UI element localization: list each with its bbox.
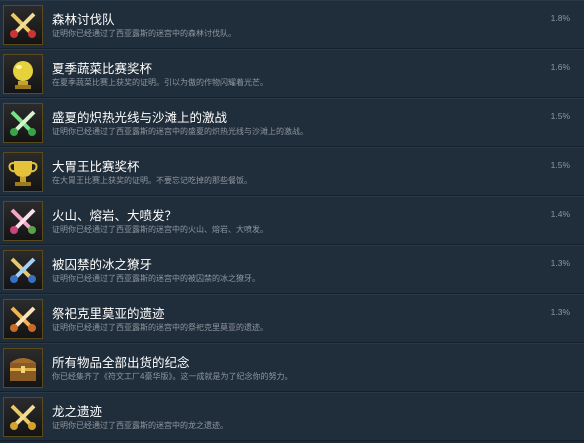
achievement-description: 在夏季蔬菜比赛上获奖的证明。引以为傲的作物闪耀着光芒。 bbox=[52, 78, 268, 87]
orange-swords-icon bbox=[3, 299, 43, 339]
achievement-title: 龙之遗迹 bbox=[52, 405, 103, 419]
achievement-percent: 1.5% bbox=[550, 160, 570, 170]
achievement-description: 你已经集齐了《符文工厂4豪华版》。这一成就是为了纪念你的努力。 bbox=[52, 372, 293, 381]
achievement-percent: 1.6% bbox=[550, 62, 570, 72]
green-swords-icon bbox=[3, 103, 43, 143]
achievement-row[interactable]: 夏季蔬菜比赛奖杯 在夏季蔬菜比赛上获奖的证明。引以为傲的作物闪耀着光芒。 1.6… bbox=[0, 49, 584, 98]
achievement-row[interactable]: 森林讨伐队 证明你已经通过了西亚露斯的迷宫中的森林讨伐队。 1.8% bbox=[0, 0, 584, 49]
achievement-row[interactable]: 大胃王比赛奖杯 在大胃王比赛上获奖的证明。不要忘记吃掉的那些餐饭。 1.5% bbox=[0, 147, 584, 196]
achievement-row[interactable]: 龙之遗迹 证明你已经通过了西亚露斯的迷宫中的龙之遗迹。 bbox=[0, 392, 584, 441]
achievement-title: 森林讨伐队 bbox=[52, 13, 115, 27]
achievement-percent: 1.3% bbox=[550, 307, 570, 317]
achievement-description: 证明你已经通过了西亚露斯的迷宫中的火山、熔岩、大喷发。 bbox=[52, 225, 268, 234]
achievement-description: 证明你已经通过了西亚露斯的迷宫中的森林讨伐队。 bbox=[52, 29, 236, 38]
achievement-description: 证明你已经通过了西亚露斯的迷宫中的盛夏的炽热光线与沙滩上的激战。 bbox=[52, 127, 308, 136]
achievement-percent: 1.8% bbox=[550, 13, 570, 23]
achievement-title: 火山、熔岩、大喷发？ bbox=[52, 209, 178, 223]
achievement-row[interactable]: 火山、熔岩、大喷发？ 证明你已经通过了西亚露斯的迷宫中的火山、熔岩、大喷发。 1… bbox=[0, 196, 584, 245]
achievement-list: 森林讨伐队 证明你已经通过了西亚露斯的迷宫中的森林讨伐队。 1.8% 夏季蔬菜比… bbox=[0, 0, 584, 443]
achievement-row[interactable]: 被囚禁的冰之獠牙 证明你已经通过了西亚露斯的迷宫中的被囚禁的冰之獠牙。 1.3% bbox=[0, 245, 584, 294]
golden-swords-icon bbox=[3, 397, 43, 437]
achievement-title: 夏季蔬菜比赛奖杯 bbox=[52, 62, 153, 76]
achievement-description: 证明你已经通过了西亚露斯的迷宫中的祭祀克里莫亚的遗迹。 bbox=[52, 323, 268, 332]
golden-cup-trophy-icon bbox=[3, 152, 43, 192]
pink-swords-icon bbox=[3, 201, 43, 241]
achievement-title: 盛夏的炽热光线与沙滩上的激战 bbox=[52, 111, 228, 125]
achievement-title: 大胃王比赛奖杯 bbox=[52, 160, 140, 174]
achievement-title: 被囚禁的冰之獠牙 bbox=[52, 258, 153, 272]
golden-apple-trophy-icon bbox=[3, 54, 43, 94]
achievement-row[interactable]: 祭祀克里莫亚的遗迹 证明你已经通过了西亚露斯的迷宫中的祭祀克里莫亚的遗迹。 1.… bbox=[0, 294, 584, 343]
achievement-row[interactable]: 盛夏的炽热光线与沙滩上的激战 证明你已经通过了西亚露斯的迷宫中的盛夏的炽热光线与… bbox=[0, 98, 584, 147]
achievement-percent: 1.4% bbox=[550, 209, 570, 219]
achievement-percent: 1.5% bbox=[550, 111, 570, 121]
achievement-row[interactable]: 所有物品全部出货的纪念 你已经集齐了《符文工厂4豪华版》。这一成就是为了纪念你的… bbox=[0, 343, 584, 392]
achievement-description: 在大胃王比赛上获奖的证明。不要忘记吃掉的那些餐饭。 bbox=[52, 176, 252, 185]
blue-swords-icon bbox=[3, 250, 43, 290]
achievement-description: 证明你已经通过了西亚露斯的迷宫中的龙之遗迹。 bbox=[52, 421, 228, 430]
achievement-title: 所有物品全部出货的纪念 bbox=[52, 356, 190, 370]
achievement-description: 证明你已经通过了西亚露斯的迷宫中的被囚禁的冰之獠牙。 bbox=[52, 274, 260, 283]
achievement-percent: 1.3% bbox=[550, 258, 570, 268]
treasure-chest-icon bbox=[3, 348, 43, 388]
crossed-swords-icon bbox=[3, 5, 43, 45]
achievement-title: 祭祀克里莫亚的遗迹 bbox=[52, 307, 165, 321]
